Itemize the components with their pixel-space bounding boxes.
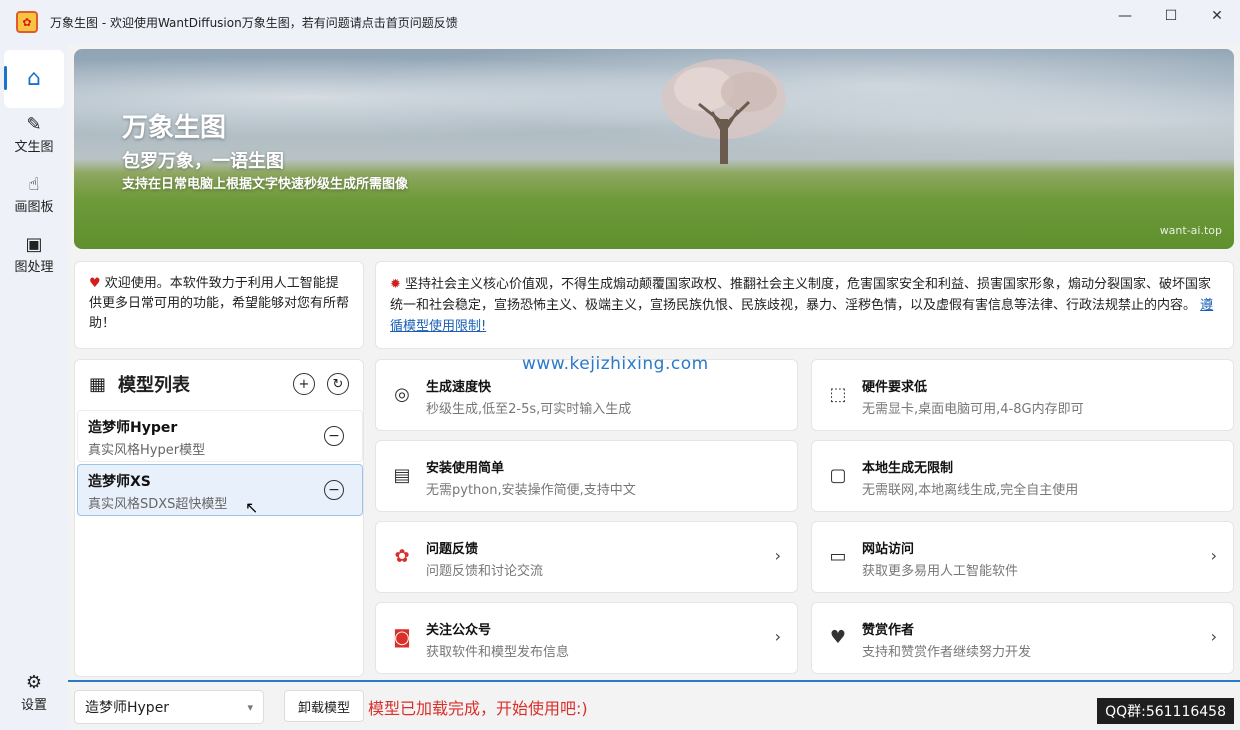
model-description: 真实风格SDXS超快模型 xyxy=(88,497,228,512)
unload-model-button[interactable]: 卸载模型 xyxy=(284,690,364,722)
sidebar-item-label: 图处理 xyxy=(14,260,54,275)
image-gallery-icon: ▦ xyxy=(89,373,107,395)
add-model-button[interactable]: + xyxy=(293,373,315,395)
bottom-status-bar: 造梦师Hyper ▾ 卸载模型 模型已加载完成，开始使用吧:) QQ群:5611… xyxy=(68,680,1240,730)
alert-icon: ✹ xyxy=(390,277,406,292)
banner-description: 支持在日常电脑上根据文字快速秒级生成所需图像 xyxy=(122,177,409,192)
website-icon: ▭ xyxy=(829,545,847,567)
status-message: 模型已加载完成，开始使用吧:) xyxy=(368,699,588,718)
feature-title: 问题反馈 xyxy=(426,542,479,557)
hero-banner: 万象生图 包罗万象，一语生图 支持在日常电脑上根据文字快速秒级生成所需图像 wa… xyxy=(74,49,1234,249)
plus-icon: + xyxy=(298,376,310,392)
feature-description: 获取更多易用人工智能软件 xyxy=(862,564,1019,579)
remove-model-button[interactable]: − xyxy=(324,480,344,500)
text-to-image-icon: ✎ xyxy=(26,114,42,135)
sidebar-item-image-process[interactable]: ▣ 图处理 xyxy=(4,234,64,275)
minimize-button[interactable]: — xyxy=(1102,0,1148,32)
tree-illustration xyxy=(662,59,786,164)
sidebar-item-label: 文生图 xyxy=(14,140,54,155)
model-list-panel: ▦ 模型列表 + ↻ 造梦师Hyper 真实风格Hyper模型 − 造梦师XS … xyxy=(74,359,364,677)
sidebar-item-drawing-board[interactable]: ☝ 画图板 xyxy=(4,174,64,215)
feature-description: 无需联网,本地离线生成,完全自主使用 xyxy=(862,483,1079,498)
feature-card-feedback[interactable]: ✿ 问题反馈 问题反馈和讨论交流 › xyxy=(375,521,798,593)
feature-description: 无需python,安装操作简便,支持中文 xyxy=(426,483,636,498)
banner-watermark: want-ai.top xyxy=(1159,224,1222,237)
window-title: 万象生图 - 欢迎使用WantDiffusion万象生图，若有问题请点击首页问题… xyxy=(50,15,458,30)
feature-title: 生成速度快 xyxy=(426,380,492,395)
sidebar-item-home[interactable]: ⌂ xyxy=(4,50,64,108)
mouse-cursor-icon: ↖ xyxy=(245,498,259,517)
feature-description: 问题反馈和讨论交流 xyxy=(426,564,544,579)
model-list-header: ▦ 模型列表 + ↻ xyxy=(75,360,363,408)
notice-card: ✹ 坚持社会主义核心价值观，不得生成煽动颠覆国家政权、推翻社会主义制度，危害国家… xyxy=(375,261,1234,349)
site-watermark: www.kejizhixing.com xyxy=(522,354,709,374)
qq-group-badge: QQ群:561116458 xyxy=(1097,698,1234,724)
donate-icon: ♥ xyxy=(829,626,847,648)
feature-title: 本地生成无限制 xyxy=(862,461,954,476)
image-process-icon: ▣ xyxy=(25,234,43,255)
sidebar-item-label: 设置 xyxy=(20,698,47,713)
heart-icon: ♥ xyxy=(89,276,105,291)
active-indicator xyxy=(4,66,7,90)
minus-icon: − xyxy=(328,428,340,444)
chevron-right-icon: › xyxy=(1210,627,1217,646)
wechat-icon: ◙ xyxy=(393,626,411,648)
local-icon: ▢ xyxy=(829,464,847,486)
feature-card-wechat[interactable]: ◙ 关注公众号 获取软件和模型发布信息 › xyxy=(375,602,798,674)
window-controls: — ☐ ✕ xyxy=(1102,0,1240,32)
feature-title: 关注公众号 xyxy=(426,623,492,638)
home-icon: ⌂ xyxy=(27,66,41,91)
model-select[interactable]: 造梦师Hyper ▾ xyxy=(74,690,264,724)
sidebar-item-label: 画图板 xyxy=(14,200,54,215)
feature-card-website[interactable]: ▭ 网站访问 获取更多易用人工智能软件 › xyxy=(811,521,1234,593)
welcome-card: ♥ 欢迎使用。本软件致力于利用人工智能提供更多日常可用的功能，希望能够对您有所帮… xyxy=(74,261,364,349)
model-name: 造梦师Hyper xyxy=(88,420,178,436)
notice-text: 坚持社会主义核心价值观，不得生成煽动颠覆国家政权、推翻社会主义制度，危害国家安全… xyxy=(390,277,1212,313)
refresh-models-button[interactable]: ↻ xyxy=(327,373,349,395)
feature-description: 无需显卡,桌面电脑可用,4-8G内存即可 xyxy=(862,402,1084,417)
model-list-item[interactable]: 造梦师XS 真实风格SDXS超快模型 − xyxy=(77,464,363,516)
feature-card-install: ▤ 安装使用简单 无需python,安装操作简便,支持中文 xyxy=(375,440,798,512)
drawing-board-icon: ☝ xyxy=(28,174,40,195)
gear-icon: ⚙ xyxy=(25,672,43,693)
feature-title: 赞赏作者 xyxy=(862,623,915,638)
speed-icon: ◎ xyxy=(394,383,410,405)
sidebar-item-settings[interactable]: ⚙ 设置 xyxy=(4,672,64,713)
welcome-text: 欢迎使用。本软件致力于利用人工智能提供更多日常可用的功能，希望能够对您有所帮助！ xyxy=(89,276,350,331)
feature-description: 秒级生成,低至2-5s,可实时输入生成 xyxy=(426,402,632,417)
install-icon: ▤ xyxy=(393,464,411,486)
chevron-right-icon: › xyxy=(774,546,781,565)
feature-card-hardware: ⬚ 硬件要求低 无需显卡,桌面电脑可用,4-8G内存即可 xyxy=(811,359,1234,431)
banner-title: 万象生图 xyxy=(122,113,227,143)
refresh-icon: ↻ xyxy=(332,376,344,392)
model-select-value: 造梦师Hyper xyxy=(85,700,170,716)
title-bar: ✿ 万象生图 - 欢迎使用WantDiffusion万象生图，若有问题请点击首页… xyxy=(0,0,1240,44)
feature-card-local: ▢ 本地生成无限制 无需联网,本地离线生成,完全自主使用 xyxy=(811,440,1234,512)
feature-title: 网站访问 xyxy=(862,542,915,557)
model-description: 真实风格Hyper模型 xyxy=(88,443,206,458)
model-list-item[interactable]: 造梦师Hyper 真实风格Hyper模型 − xyxy=(77,410,363,462)
chevron-right-icon: › xyxy=(774,627,781,646)
app-logo-icon: ✿ xyxy=(16,11,38,33)
chip-icon: ⬚ xyxy=(829,383,847,405)
minus-icon: − xyxy=(328,482,340,498)
feature-title: 安装使用简单 xyxy=(426,461,505,476)
sidebar: ⌂ ✎ 文生图 ☝ 画图板 ▣ 图处理 ⚙ 设置 xyxy=(0,44,68,730)
model-name: 造梦师XS xyxy=(88,474,151,490)
main-content: 万象生图 包罗万象，一语生图 支持在日常电脑上根据文字快速秒级生成所需图像 wa… xyxy=(68,44,1240,730)
feature-description: 获取软件和模型发布信息 xyxy=(426,645,570,660)
remove-model-button[interactable]: − xyxy=(324,426,344,446)
feature-card-donate[interactable]: ♥ 赞赏作者 支持和赞赏作者继续努力开发 › xyxy=(811,602,1234,674)
chevron-down-icon: ▾ xyxy=(247,700,253,714)
chevron-right-icon: › xyxy=(1210,546,1217,565)
maximize-button[interactable]: ☐ xyxy=(1148,0,1194,32)
feature-title: 硬件要求低 xyxy=(862,380,928,395)
sidebar-item-text-to-image[interactable]: ✎ 文生图 xyxy=(4,114,64,155)
feature-description: 支持和赞赏作者继续努力开发 xyxy=(862,645,1032,660)
feedback-icon: ✿ xyxy=(394,545,410,567)
model-list-title: 模型列表 xyxy=(118,375,191,396)
banner-subtitle: 包罗万象，一语生图 xyxy=(122,151,284,172)
close-button[interactable]: ✕ xyxy=(1194,0,1240,32)
